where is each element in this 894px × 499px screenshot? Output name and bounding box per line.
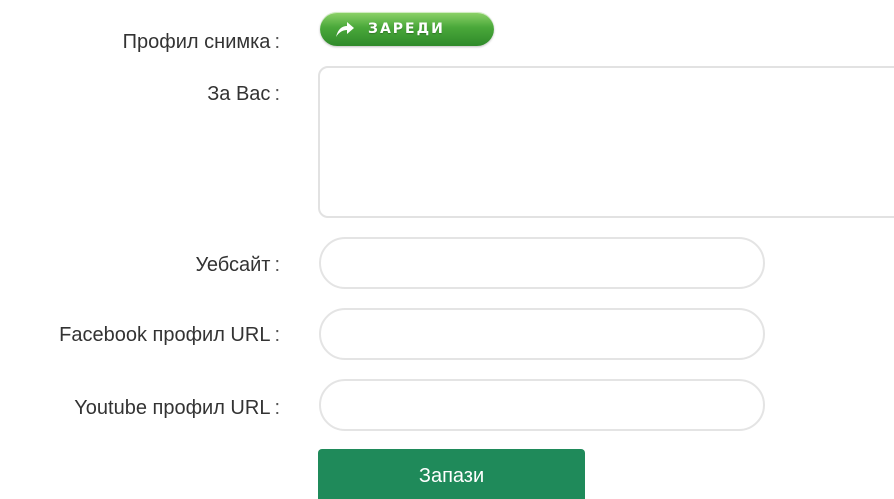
save-button[interactable]: Запази <box>318 449 585 499</box>
colon: : <box>274 324 280 346</box>
upload-button[interactable]: ЗАРЕДИ <box>320 12 494 46</box>
youtube-url-input[interactable] <box>319 379 765 431</box>
website-label: Уебсайт: <box>195 253 280 277</box>
facebook-url-input[interactable] <box>319 308 765 360</box>
upload-arrow-icon <box>332 17 356 41</box>
facebook-label-text: Facebook профил URL <box>59 324 271 346</box>
colon: : <box>274 83 280 105</box>
about-label-text: За Вас <box>207 83 271 105</box>
facebook-label: Facebook профил URL: <box>59 323 280 347</box>
about-label: За Вас: <box>207 82 280 106</box>
profile-photo-label: Профил снимка: <box>123 30 280 54</box>
youtube-label-text: Youtube профил URL <box>74 397 271 419</box>
colon: : <box>274 31 280 53</box>
colon: : <box>274 254 280 276</box>
colon: : <box>274 397 280 419</box>
upload-button-label: ЗАРЕДИ <box>368 21 445 37</box>
profile-form: Профил снимка: ЗАРЕДИ За Вас: Уебсайт: F… <box>0 0 894 499</box>
website-input[interactable] <box>319 237 765 289</box>
profile-photo-label-text: Профил снимка <box>122 31 271 53</box>
about-textarea[interactable] <box>318 66 894 218</box>
youtube-label: Youtube профил URL: <box>74 396 280 420</box>
website-label-text: Уебсайт <box>195 254 271 276</box>
